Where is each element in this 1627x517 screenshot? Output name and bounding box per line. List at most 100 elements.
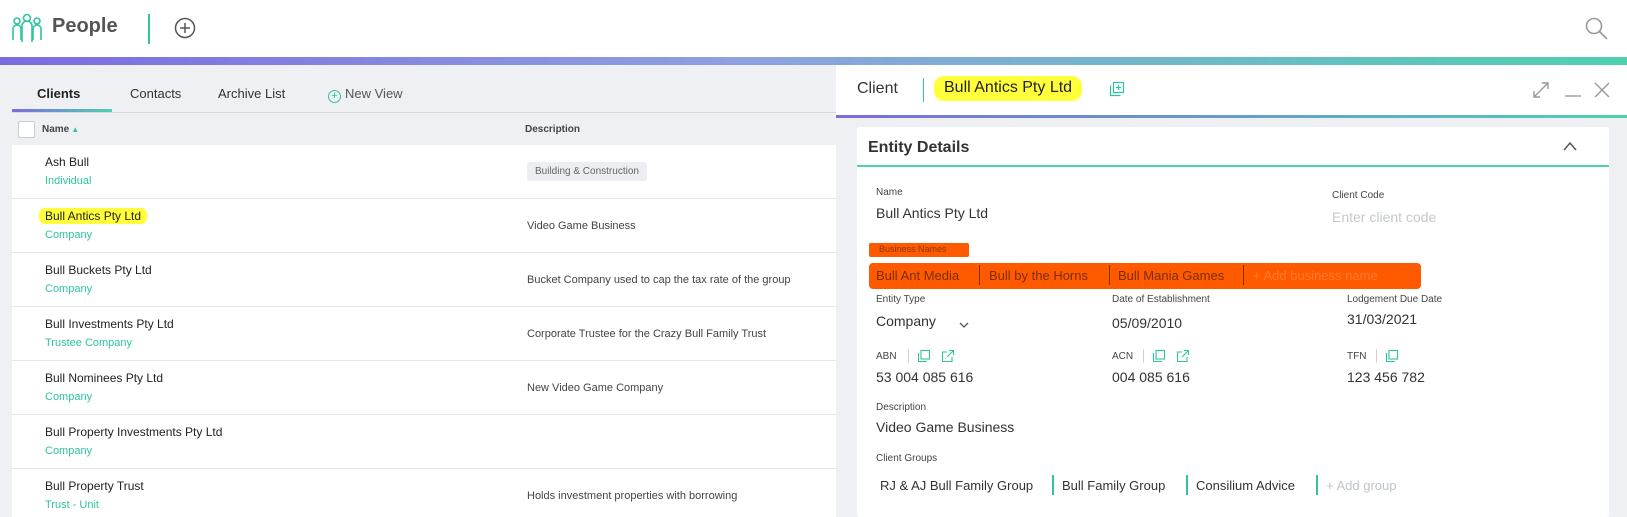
chevron-down-icon[interactable] xyxy=(959,321,969,329)
plus-icon: + xyxy=(328,90,341,103)
client-type: Company xyxy=(45,445,93,457)
lodgement-due-date-label: Lodgement Due Date xyxy=(1347,294,1443,305)
column-header-description[interactable]: Description xyxy=(525,124,580,135)
people-icon xyxy=(12,13,42,42)
plus-circle-icon[interactable] xyxy=(174,17,196,39)
business-name-chip[interactable]: Bull by the Horns xyxy=(989,268,1088,283)
table-row[interactable]: Ash Bull Individual Building & Construct… xyxy=(12,145,836,199)
table-header: Name ▲ Description xyxy=(12,113,836,145)
client-detail-panel: Client Bull Antics Pty Ltd Entity Detail… xyxy=(836,65,1627,517)
app-title: People xyxy=(52,15,118,37)
date-of-establishment-label: Date of Establishment xyxy=(1112,294,1210,305)
entity-details-card: Entity Details Name Bull Antics Pty Ltd … xyxy=(857,127,1609,517)
entity-type-label: Entity Type xyxy=(876,294,926,305)
client-description: Bucket Company used to cap the tax rate … xyxy=(527,274,791,286)
name-value[interactable]: Bull Antics Pty Ltd xyxy=(876,205,988,221)
divider xyxy=(1052,475,1054,495)
abn-label: ABN xyxy=(876,351,897,362)
copy-icon[interactable] xyxy=(1385,349,1399,363)
add-business-name-button[interactable]: + Add business name xyxy=(1253,268,1378,283)
client-description: New Video Game Company xyxy=(527,382,664,394)
detail-body: Entity Details Name Bull Antics Pty Ltd … xyxy=(836,118,1627,517)
client-list-panel: Clients Contacts Archive List + New View … xyxy=(0,65,836,517)
date-of-establishment-value[interactable]: 05/09/2010 xyxy=(1112,315,1182,331)
divider xyxy=(1376,349,1377,363)
add-group-button[interactable]: + Add group xyxy=(1326,478,1396,493)
divider xyxy=(1243,265,1244,285)
tab-archive-list[interactable]: Archive List xyxy=(218,86,285,101)
divider xyxy=(979,265,980,285)
table-row[interactable]: Bull Buckets Pty Ltd Company Bucket Comp… xyxy=(12,253,836,307)
client-name[interactable]: Bull Antics Pty Ltd xyxy=(39,208,148,224)
view-tabs: Clients Contacts Archive List + New View xyxy=(12,65,836,113)
client-name[interactable]: Bull Property Trust xyxy=(45,479,144,493)
entity-details-header[interactable]: Entity Details xyxy=(857,127,1609,167)
abn-value[interactable]: 53 004 085 616 xyxy=(876,369,973,385)
client-name[interactable]: Bull Investments Pty Ltd xyxy=(45,317,174,331)
tfn-label: TFN xyxy=(1347,351,1367,362)
external-link-icon[interactable] xyxy=(941,349,955,363)
minimize-icon[interactable] xyxy=(1563,80,1583,100)
client-groups-label: Client Groups xyxy=(876,453,938,464)
client-group-chip[interactable]: Consilium Advice xyxy=(1196,478,1295,493)
divider xyxy=(908,349,909,363)
lodgement-due-date-value[interactable]: 31/03/2021 xyxy=(1347,311,1417,327)
external-link-icon[interactable] xyxy=(1176,349,1190,363)
client-name[interactable]: Bull Nominees Pty Ltd xyxy=(45,371,163,385)
close-icon[interactable] xyxy=(1592,80,1612,100)
name-label: Name xyxy=(876,187,903,198)
client-name[interactable]: Ash Bull xyxy=(45,155,89,169)
table-row[interactable]: Bull Antics Pty Ltd Company Video Game B… xyxy=(12,199,836,253)
client-description: Holds investment properties with borrowi… xyxy=(527,490,738,502)
client-type: Individual xyxy=(45,175,92,187)
copy-icon[interactable] xyxy=(1109,81,1125,97)
client-type: Trust - Unit xyxy=(45,499,99,511)
divider xyxy=(1316,475,1318,495)
table-row[interactable]: Bull Investments Pty Ltd Trustee Company… xyxy=(12,307,836,361)
new-view-label: New View xyxy=(345,86,403,101)
client-group-chip[interactable]: Bull Family Group xyxy=(1062,478,1165,493)
divider xyxy=(1186,475,1188,495)
tab-clients[interactable]: Clients xyxy=(37,86,80,101)
tab-contacts[interactable]: Contacts xyxy=(130,86,181,101)
tfn-value[interactable]: 123 456 782 xyxy=(1347,369,1425,385)
client-table-body: Ash Bull Individual Building & Construct… xyxy=(12,145,836,517)
new-view-button[interactable]: + New View xyxy=(328,86,403,103)
table-row[interactable]: Bull Property Trust Trust - Unit Holds i… xyxy=(12,469,836,517)
business-name-chip[interactable]: Bull Mania Games xyxy=(1118,268,1224,283)
client-group-chip[interactable]: RJ & AJ Bull Family Group xyxy=(880,478,1033,493)
top-bar: People xyxy=(0,0,1627,57)
client-name[interactable]: Bull Property Investments Pty Ltd xyxy=(45,425,222,439)
expand-icon[interactable] xyxy=(1531,80,1551,100)
table-row[interactable]: Bull Nominees Pty Ltd Company New Video … xyxy=(12,361,836,415)
acn-label: ACN xyxy=(1112,351,1134,362)
sort-ascending-icon: ▲ xyxy=(71,125,80,134)
copy-icon[interactable] xyxy=(917,349,931,363)
client-type: Company xyxy=(45,283,93,295)
description-tag: Building & Construction xyxy=(527,162,647,181)
client-description: Corporate Trustee for the Crazy Bull Fam… xyxy=(527,328,767,340)
divider xyxy=(1109,265,1110,285)
divider xyxy=(923,78,924,102)
chevron-up-icon[interactable] xyxy=(1562,140,1578,152)
entity-type-select[interactable]: Company xyxy=(876,313,936,329)
detail-header: Client Bull Antics Pty Ltd xyxy=(836,65,1627,115)
client-name[interactable]: Bull Buckets Pty Ltd xyxy=(45,263,152,277)
client-code-input[interactable]: Enter client code xyxy=(1332,209,1436,225)
client-code-label: Client Code xyxy=(1332,190,1385,201)
divider xyxy=(148,14,150,44)
table-row[interactable]: Bull Property Investments Pty Ltd Compan… xyxy=(12,415,836,469)
acn-value[interactable]: 004 085 616 xyxy=(1112,369,1190,385)
column-header-name[interactable]: Name ▲ xyxy=(42,124,79,135)
active-tab-indicator xyxy=(12,109,112,112)
select-all-checkbox[interactable] xyxy=(18,121,35,138)
copy-icon[interactable] xyxy=(1152,349,1166,363)
search-icon[interactable] xyxy=(1585,17,1609,41)
header-gradient-bar xyxy=(0,57,1627,65)
detail-header-label: Client xyxy=(857,80,898,97)
business-names-label: Business Names xyxy=(879,244,947,254)
business-name-chip[interactable]: Bull Ant Media xyxy=(876,268,959,283)
client-description: Video Game Business xyxy=(527,220,636,232)
description-value[interactable]: Video Game Business xyxy=(876,419,1014,435)
client-type: Company xyxy=(45,229,93,241)
